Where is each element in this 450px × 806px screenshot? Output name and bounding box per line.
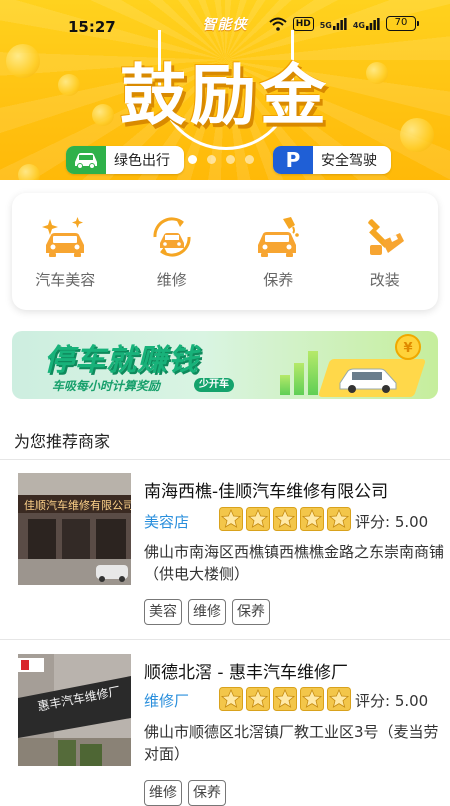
shop-card[interactable]: 惠丰汽车维修厂 顺德北滘 - 惠丰汽车维修厂 维修厂 评分: 5.00 佛山市顺…	[0, 640, 450, 806]
shop-address: 佛山市南海区西樵镇西樵樵金路之东崇南商铺（供电大楼侧）	[144, 543, 445, 583]
star-icon	[300, 687, 324, 711]
status-time: 15:27	[68, 18, 116, 36]
service-maintenance[interactable]: 保养	[225, 193, 332, 310]
star-icon	[327, 507, 351, 531]
shop-card[interactable]: 佳顺汽车维修有限公司 南海西樵-佳顺汽车维修有限公司 美容店 评分: 5.00 …	[0, 459, 450, 639]
star-icon	[300, 507, 324, 531]
modification-icon	[367, 219, 404, 255]
safe-driving-label: 安全驾驶	[321, 153, 377, 169]
service-modification[interactable]: 改装	[332, 193, 439, 310]
star-icon	[219, 507, 243, 531]
coin-icon	[6, 44, 40, 78]
shop-name[interactable]: 南海西樵-佳顺汽车维修有限公司	[144, 477, 388, 502]
banner-headline: 鼓励金	[120, 57, 330, 134]
shop-type: 美容店	[144, 513, 190, 531]
star-icon	[327, 687, 351, 711]
shop-rating: 评分: 5.00	[355, 513, 429, 531]
service-label: 改装	[369, 271, 400, 289]
coin-icon	[18, 164, 40, 180]
carousel-dot[interactable]	[207, 155, 216, 164]
ad-bars-graphic	[280, 349, 320, 395]
signal-icon-4g: 4G	[353, 17, 380, 30]
shop-sign-text: 佳顺汽车维修有限公司	[24, 499, 131, 512]
rating-stars	[219, 507, 351, 531]
svg-text:¥: ¥	[403, 341, 412, 356]
shop-photo[interactable]: 佳顺汽车维修有限公司	[18, 473, 131, 585]
star-icon	[246, 687, 270, 711]
promo-banner[interactable]: 15:27 HD 5G 4G 70 智能侠 鼓励金 绿色出行 P 安全驾驶	[0, 0, 450, 180]
ad-subtitle: 车吸每小时计算奖励	[52, 379, 161, 393]
service-tag: 维修	[144, 780, 182, 806]
ad-car-icon	[339, 368, 397, 393]
green-travel-pill: 绿色出行	[66, 146, 184, 174]
service-tag: 维修	[188, 599, 226, 625]
safe-driving-pill: P 安全驾驶	[273, 146, 391, 174]
service-label: 汽车美容	[35, 271, 96, 289]
carousel-dot[interactable]	[245, 155, 254, 164]
star-icon	[246, 507, 270, 531]
hd-badge: HD	[292, 16, 314, 31]
shop-tags: 维修 保养	[144, 780, 226, 806]
shop-photo[interactable]: 惠丰汽车维修厂	[18, 654, 131, 766]
rating-stars	[219, 687, 351, 711]
car-icon	[66, 146, 106, 174]
star-icon	[219, 687, 243, 711]
service-repair[interactable]: 维修	[119, 193, 226, 310]
shop-type: 维修厂	[144, 692, 190, 710]
parking-ad-banner[interactable]: 停车就赚钱 车吸每小时计算奖励 少开车 ¥	[12, 331, 438, 399]
service-label: 维修	[156, 271, 187, 289]
car-wash-icon	[42, 217, 85, 257]
coin-icon	[400, 118, 434, 152]
shop-address: 佛山市顺德区北滘镇厂教工业区3号（麦当劳对面）	[144, 723, 439, 763]
parking-icon: P	[273, 146, 313, 174]
battery-icon: 70	[386, 16, 419, 31]
service-car-beauty[interactable]: 汽车美容	[12, 193, 119, 310]
green-travel-label: 绿色出行	[114, 153, 170, 169]
maintenance-icon	[258, 217, 300, 257]
yuan-coin-icon: ¥	[395, 334, 421, 360]
signal-icon-5g: 5G	[320, 17, 347, 30]
star-icon	[273, 507, 297, 531]
shop-name[interactable]: 顺德北滘 - 惠丰汽车维修厂	[144, 658, 348, 683]
carousel-dot[interactable]	[226, 155, 235, 164]
ad-title: 停车就赚钱	[44, 343, 199, 378]
shop-tags: 美容 维修 保养	[144, 599, 270, 625]
service-label: 保养	[263, 271, 294, 289]
coin-icon	[366, 62, 388, 84]
carousel-dot[interactable]	[188, 155, 197, 164]
service-tag: 保养	[232, 599, 270, 625]
ad-tag: 少开车	[194, 378, 234, 392]
service-grid: 汽车美容 维修 保养 改装	[12, 193, 438, 310]
star-icon	[273, 687, 297, 711]
service-tag: 美容	[144, 599, 182, 625]
shop-rating: 评分: 5.00	[355, 692, 429, 710]
repair-icon	[153, 217, 191, 257]
status-icons: HD 5G 4G 70	[269, 16, 419, 31]
carousel-indicator	[188, 155, 254, 164]
recommend-section-title: 为您推荐商家	[14, 432, 111, 451]
coin-icon	[58, 74, 80, 96]
service-tag: 保养	[188, 780, 226, 806]
